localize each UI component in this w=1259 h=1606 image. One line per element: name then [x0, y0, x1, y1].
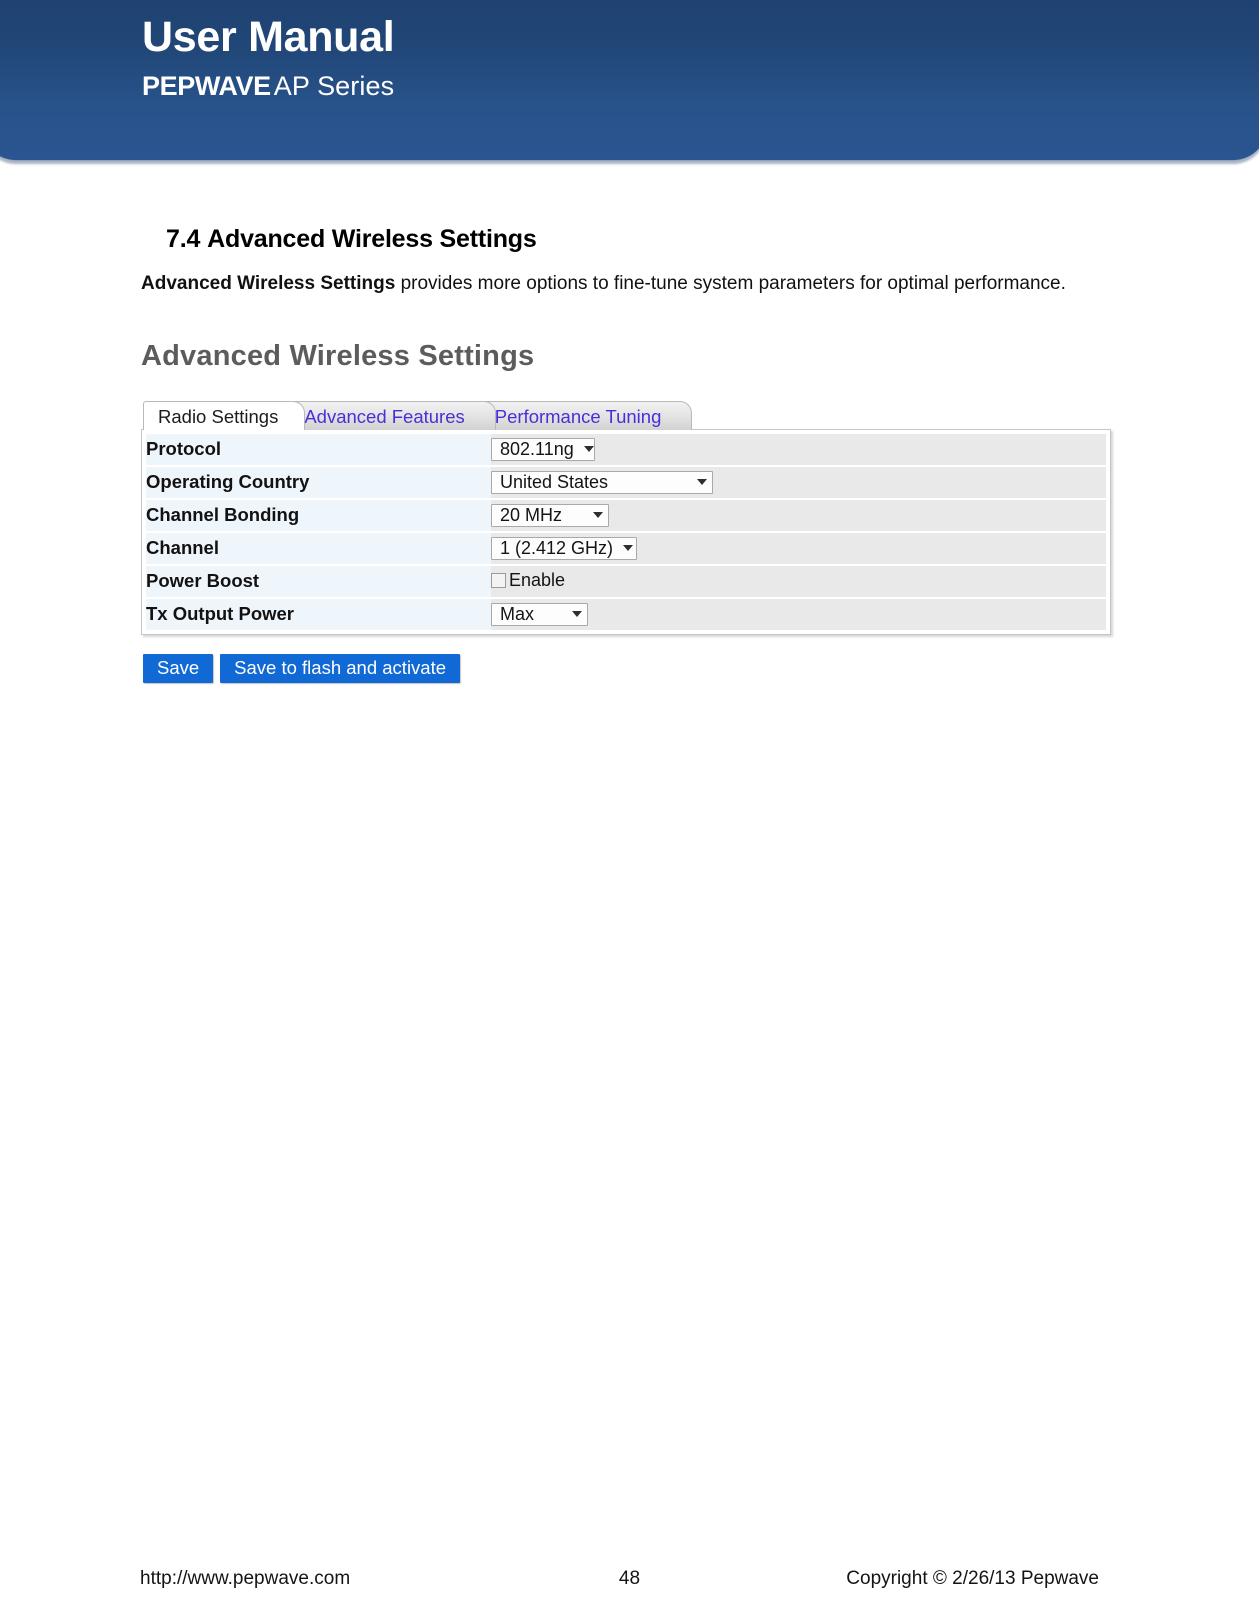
document-body: 7.4 Advanced Wireless Settings Advanced W…	[0, 190, 1259, 684]
row-label-channel: Channel	[146, 531, 491, 566]
channel-bonding-select[interactable]: 20 MHz	[491, 503, 609, 527]
intro-paragraph-bold: Advanced Wireless Settings	[141, 273, 396, 294]
operating-country-select[interactable]: United States	[491, 470, 713, 494]
header-branding: User Manual PEPWAVE AP Series	[142, 13, 395, 100]
channel-select[interactable]: 1 (2.412 GHz)	[491, 536, 637, 560]
intro-paragraph: Advanced Wireless Settings provides more…	[141, 270, 1096, 298]
table-row: Channel Bonding 20 MHz	[146, 498, 1106, 533]
table-row: Tx Output Power Max	[146, 597, 1106, 630]
channel-select-value: 1 (2.412 GHz)	[500, 537, 614, 558]
chevron-down-icon	[697, 479, 707, 486]
chevron-down-icon	[583, 446, 594, 453]
tab-bar: Radio Settings Advanced Features Perform…	[143, 399, 1111, 432]
chevron-down-icon	[572, 611, 582, 618]
tab-radio-settings[interactable]: Radio Settings	[143, 400, 306, 432]
footer-copyright: Copyright © 2/26/13 Pepwave	[846, 1568, 1099, 1589]
tab-performance-tuning-label: Performance Tuning	[494, 405, 662, 427]
protocol-select-value: 802.11ng	[500, 438, 574, 459]
row-label-tx-output-power: Tx Output Power	[146, 597, 491, 630]
table-row: Operating Country United States	[146, 465, 1106, 500]
brand-product-line: AP Series	[273, 71, 395, 101]
page-header-banner: User Manual PEPWAVE AP Series	[0, 0, 1259, 161]
save-to-flash-and-activate-button[interactable]: Save to flash and activate	[220, 653, 461, 684]
row-label-operating-country: Operating Country	[146, 465, 491, 500]
tab-performance-tuning[interactable]: Performance Tuning	[479, 400, 693, 430]
section-title: Advanced Wireless Settings	[207, 225, 537, 253]
row-value-power-boost: Enable	[491, 564, 1106, 599]
table-row: Protocol 802.11ng	[146, 433, 1106, 467]
manual-title: User Manual	[142, 13, 395, 61]
embedded-ui-screenshot: Advanced Wireless Settings Radio Setting…	[141, 340, 1111, 684]
row-value-channel: 1 (2.412 GHz)	[491, 531, 1106, 566]
channel-bonding-select-value: 20 MHz	[500, 504, 563, 525]
row-value-channel-bonding: 20 MHz	[491, 498, 1106, 533]
tab-advanced-features-label: Advanced Features	[304, 405, 465, 427]
brand-logo: PEPWAVE AP Series	[142, 73, 394, 100]
tx-output-power-select-value: Max	[500, 603, 535, 624]
power-boost-enable-checkbox[interactable]: Enable	[491, 570, 565, 591]
tab-radio-settings-label: Radio Settings	[158, 405, 279, 427]
save-button[interactable]: Save	[143, 653, 214, 684]
chevron-down-icon	[593, 512, 603, 519]
row-label-power-boost: Power Boost	[146, 564, 491, 599]
table-row: Channel 1 (2.412 GHz)	[146, 531, 1106, 566]
action-button-row: Save Save to flash and activate	[143, 653, 1111, 684]
settings-panel: Protocol 802.11ng Operating Country Unit…	[141, 428, 1111, 635]
operating-country-select-value: United States	[500, 471, 609, 492]
row-value-operating-country: United States	[491, 465, 1106, 500]
page-footer: http://www.pepwave.com 48 Copyright © 2/…	[0, 1560, 1259, 1590]
panel-title: Advanced Wireless Settings	[141, 339, 535, 372]
brand-name: PEPWAVE	[142, 71, 271, 101]
tab-advanced-features[interactable]: Advanced Features	[289, 400, 496, 430]
intro-paragraph-text: provides more options to fine-tune syste…	[395, 273, 1066, 294]
tx-output-power-select[interactable]: Max	[491, 602, 588, 626]
power-boost-enable-label: Enable	[509, 569, 566, 590]
row-value-protocol: 802.11ng	[491, 433, 1106, 467]
protocol-select[interactable]: 802.11ng	[491, 437, 595, 461]
page-title: 7.4 Advanced Wireless Settings	[166, 225, 1259, 254]
row-label-protocol: Protocol	[146, 433, 491, 467]
row-label-channel-bonding: Channel Bonding	[146, 498, 491, 533]
section-number: 7.4	[166, 225, 201, 253]
checkbox-box-icon	[491, 572, 506, 588]
row-value-tx-output-power: Max	[491, 597, 1106, 630]
chevron-down-icon	[623, 545, 634, 552]
settings-table: Protocol 802.11ng Operating Country Unit…	[146, 433, 1106, 630]
table-row: Power Boost Enable	[146, 564, 1106, 599]
